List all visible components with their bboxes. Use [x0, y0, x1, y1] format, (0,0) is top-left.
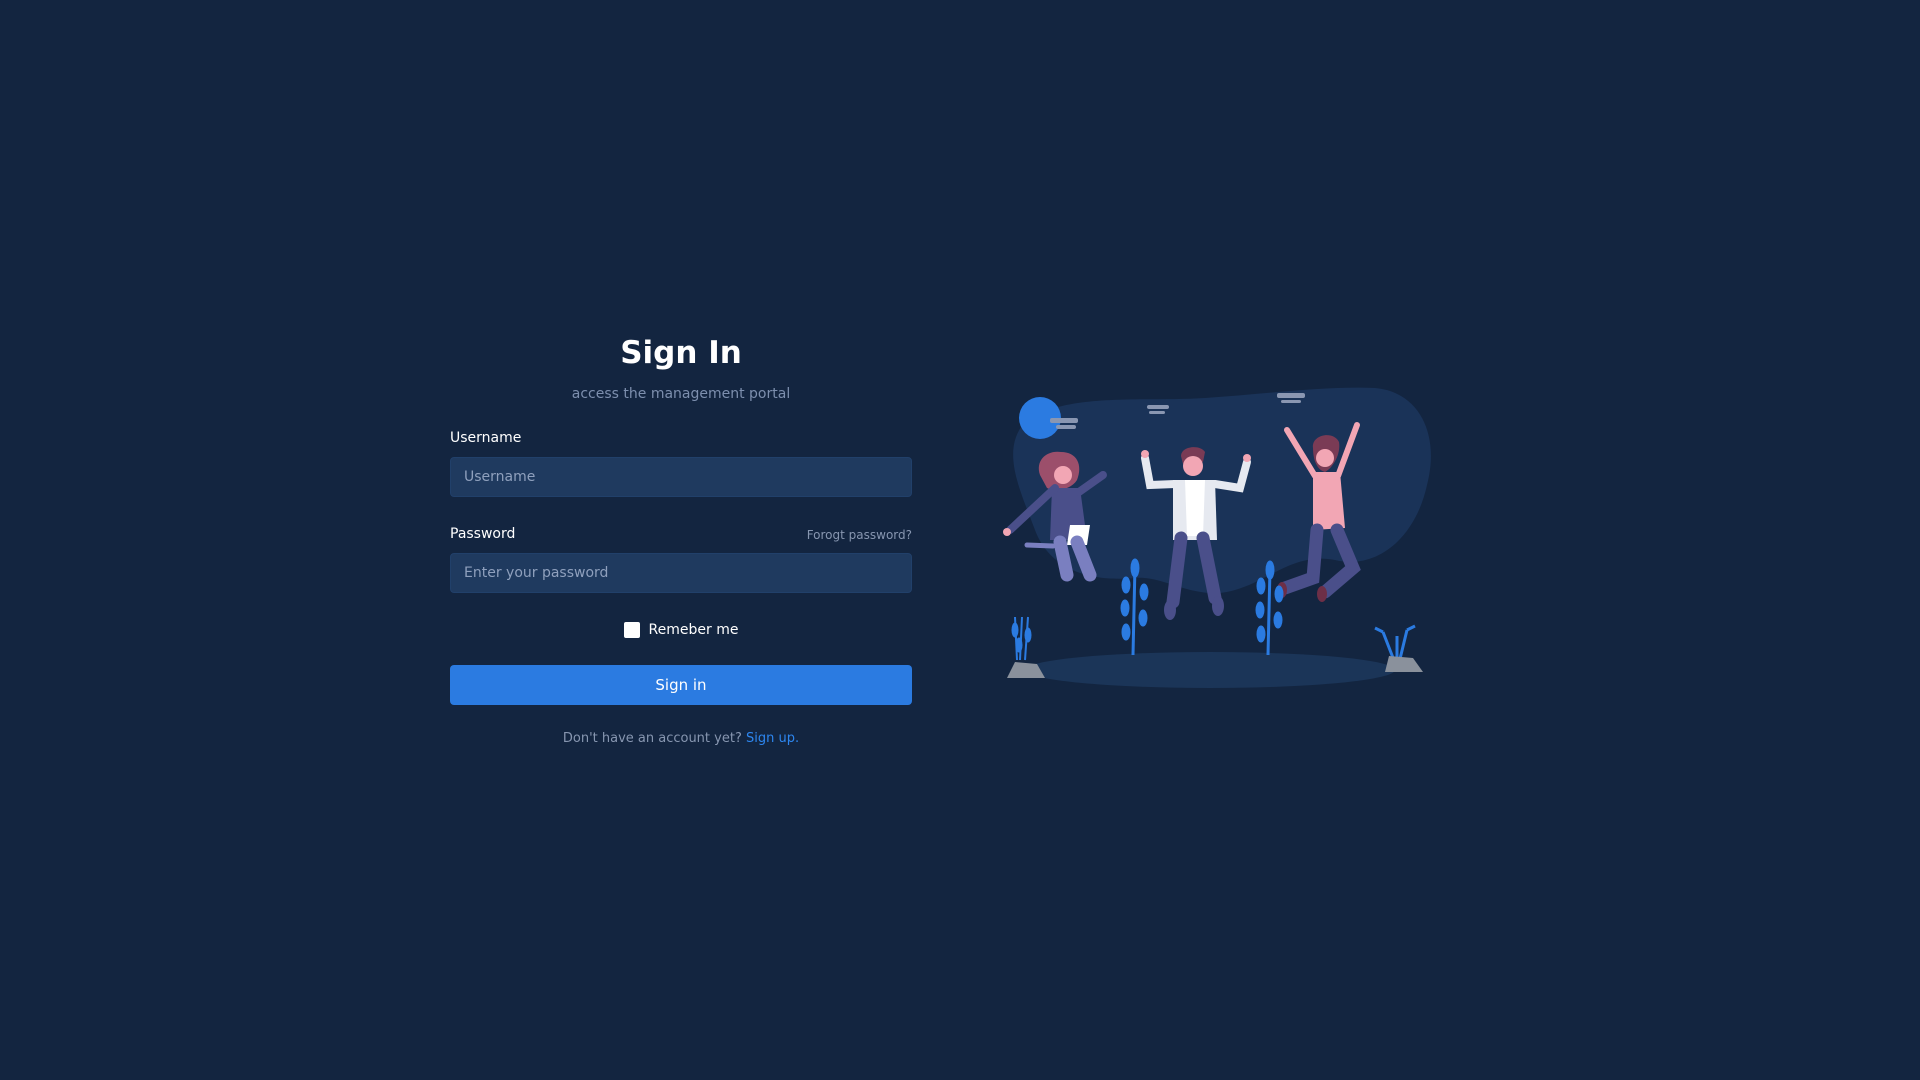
people-jumping-illustration: [1003, 387, 1431, 688]
login-page: Sign In access the management portal Use…: [0, 0, 1920, 1080]
password-label-row: Password Forogt password?: [450, 522, 912, 542]
forgot-password-link[interactable]: Forogt password?: [807, 528, 912, 542]
signup-prompt: Don't have an account yet? Sign up.: [450, 731, 912, 746]
signup-link[interactable]: Sign up.: [746, 731, 799, 746]
page-subtitle: access the management portal: [571, 386, 791, 402]
username-label-row: Username: [450, 426, 912, 446]
remember-me-checkbox[interactable]: [623, 622, 640, 638]
remember-me-label[interactable]: Remeber me: [649, 622, 739, 638]
sign-in-form: Sign In access the management portal Use…: [450, 320, 912, 746]
signup-prompt-text: Don't have an account yet?: [562, 731, 742, 746]
password-input[interactable]: [450, 553, 912, 593]
sign-in-button[interactable]: Sign in: [450, 665, 912, 705]
username-input[interactable]: [450, 457, 912, 497]
password-label: Password: [450, 526, 516, 542]
ground-shadow: [1025, 652, 1395, 688]
page-title: Sign In: [620, 335, 742, 371]
rock-right-shape: [1385, 656, 1423, 672]
username-label: Username: [450, 430, 522, 446]
remember-me-row: Remeber me: [450, 620, 912, 640]
